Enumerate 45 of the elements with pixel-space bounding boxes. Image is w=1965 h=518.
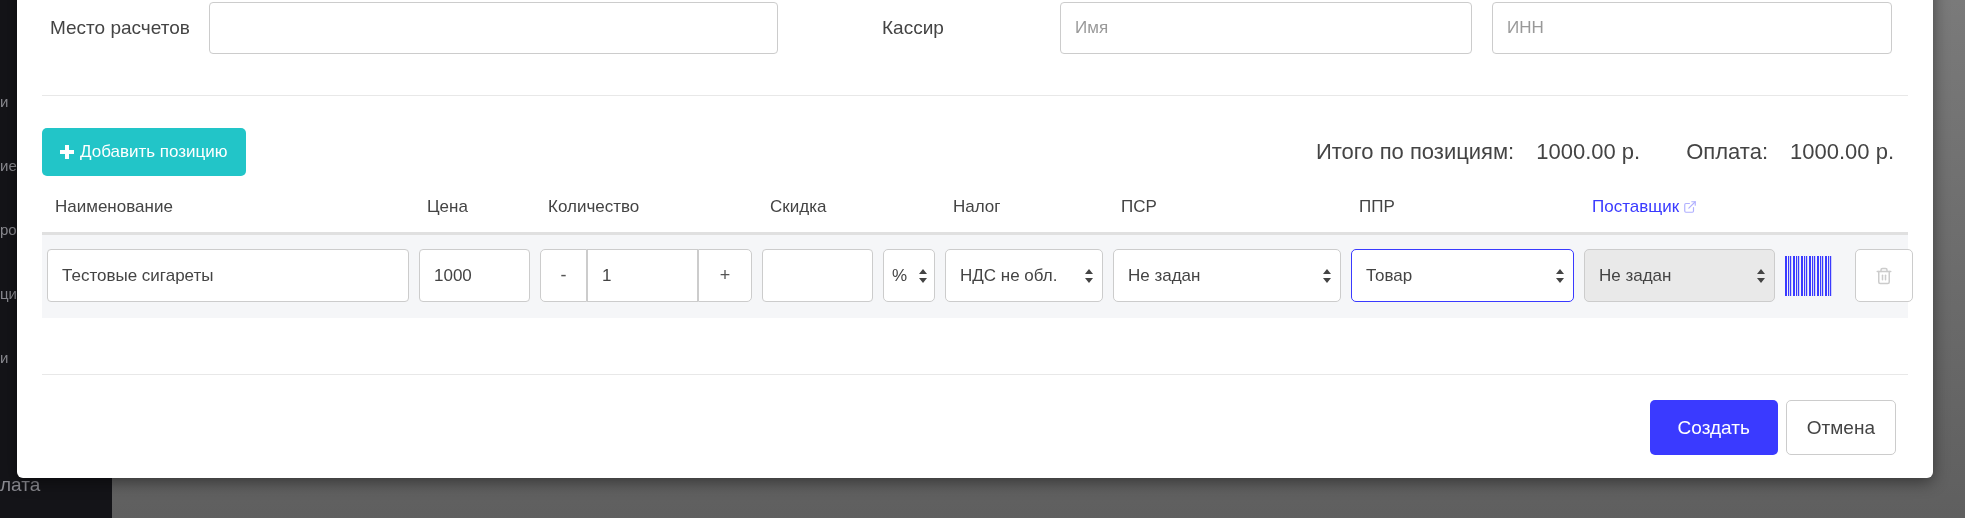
column-header: ПСР — [1120, 197, 1158, 217]
sidebar-item[interactable]: и — [0, 348, 9, 412]
column-header: Наименование — [54, 197, 174, 217]
input-field[interactable]: 1 — [587, 249, 698, 302]
sidebar-item[interactable]: лата — [0, 474, 41, 496]
plus-button[interactable]: + — [698, 249, 752, 302]
total-value: 1000.00 р. — [1536, 139, 1641, 165]
input-field[interactable]: 1000 — [419, 249, 530, 302]
dropdown-field[interactable]: Не задан — [1113, 249, 1341, 302]
dropdown-field[interactable]: НДС не обл. — [945, 249, 1103, 302]
create-button[interactable]: Создать — [1649, 400, 1778, 455]
sort-arrows-icon — [918, 267, 928, 284]
input-field[interactable]: ИНН — [1492, 2, 1892, 54]
dropdown-field[interactable]: % — [883, 249, 935, 302]
input-field[interactable]: Имя — [1060, 2, 1472, 54]
column-header: Скидка — [769, 197, 828, 217]
input-field[interactable] — [762, 249, 873, 302]
cancel-button[interactable]: Отмена — [1785, 400, 1896, 455]
delete-button[interactable] — [1855, 249, 1913, 302]
sort-arrows-icon — [1756, 267, 1766, 284]
column-header: Налог — [952, 197, 1002, 217]
trash-icon — [1875, 266, 1893, 285]
sort-arrows-icon — [1322, 267, 1332, 284]
sidebar-item[interactable]: ро — [0, 220, 17, 284]
sidebar-item[interactable]: ие — [0, 156, 17, 220]
total-value: 1000.00 р. — [1790, 139, 1894, 165]
column-header: Цена — [426, 197, 469, 217]
plus-icon — [60, 145, 74, 159]
column-header: ППР — [1358, 197, 1396, 217]
sort-arrows-icon — [1084, 267, 1094, 284]
minus-button[interactable]: - — [540, 249, 587, 302]
supplier-link[interactable]: Поставщик — [1584, 197, 1775, 217]
column-header: Количество — [547, 197, 641, 217]
sort-arrows-icon — [1555, 267, 1565, 284]
input-field[interactable]: Тестовые сигареты — [47, 249, 409, 302]
sidebar-item[interactable]: и — [0, 92, 9, 156]
input-field[interactable] — [209, 2, 778, 54]
sidebar-item[interactable]: ци — [0, 284, 17, 348]
dropdown-field[interactable]: Товар — [1351, 249, 1574, 302]
field-label: Кассир — [882, 18, 945, 38]
total-label: Итого по позициям: — [1315, 139, 1515, 165]
barcode-icon[interactable] — [1785, 255, 1833, 296]
field-label: Место расчетов — [50, 18, 191, 38]
total-label: Оплата: — [1686, 139, 1768, 165]
external-link-icon — [1683, 200, 1698, 214]
